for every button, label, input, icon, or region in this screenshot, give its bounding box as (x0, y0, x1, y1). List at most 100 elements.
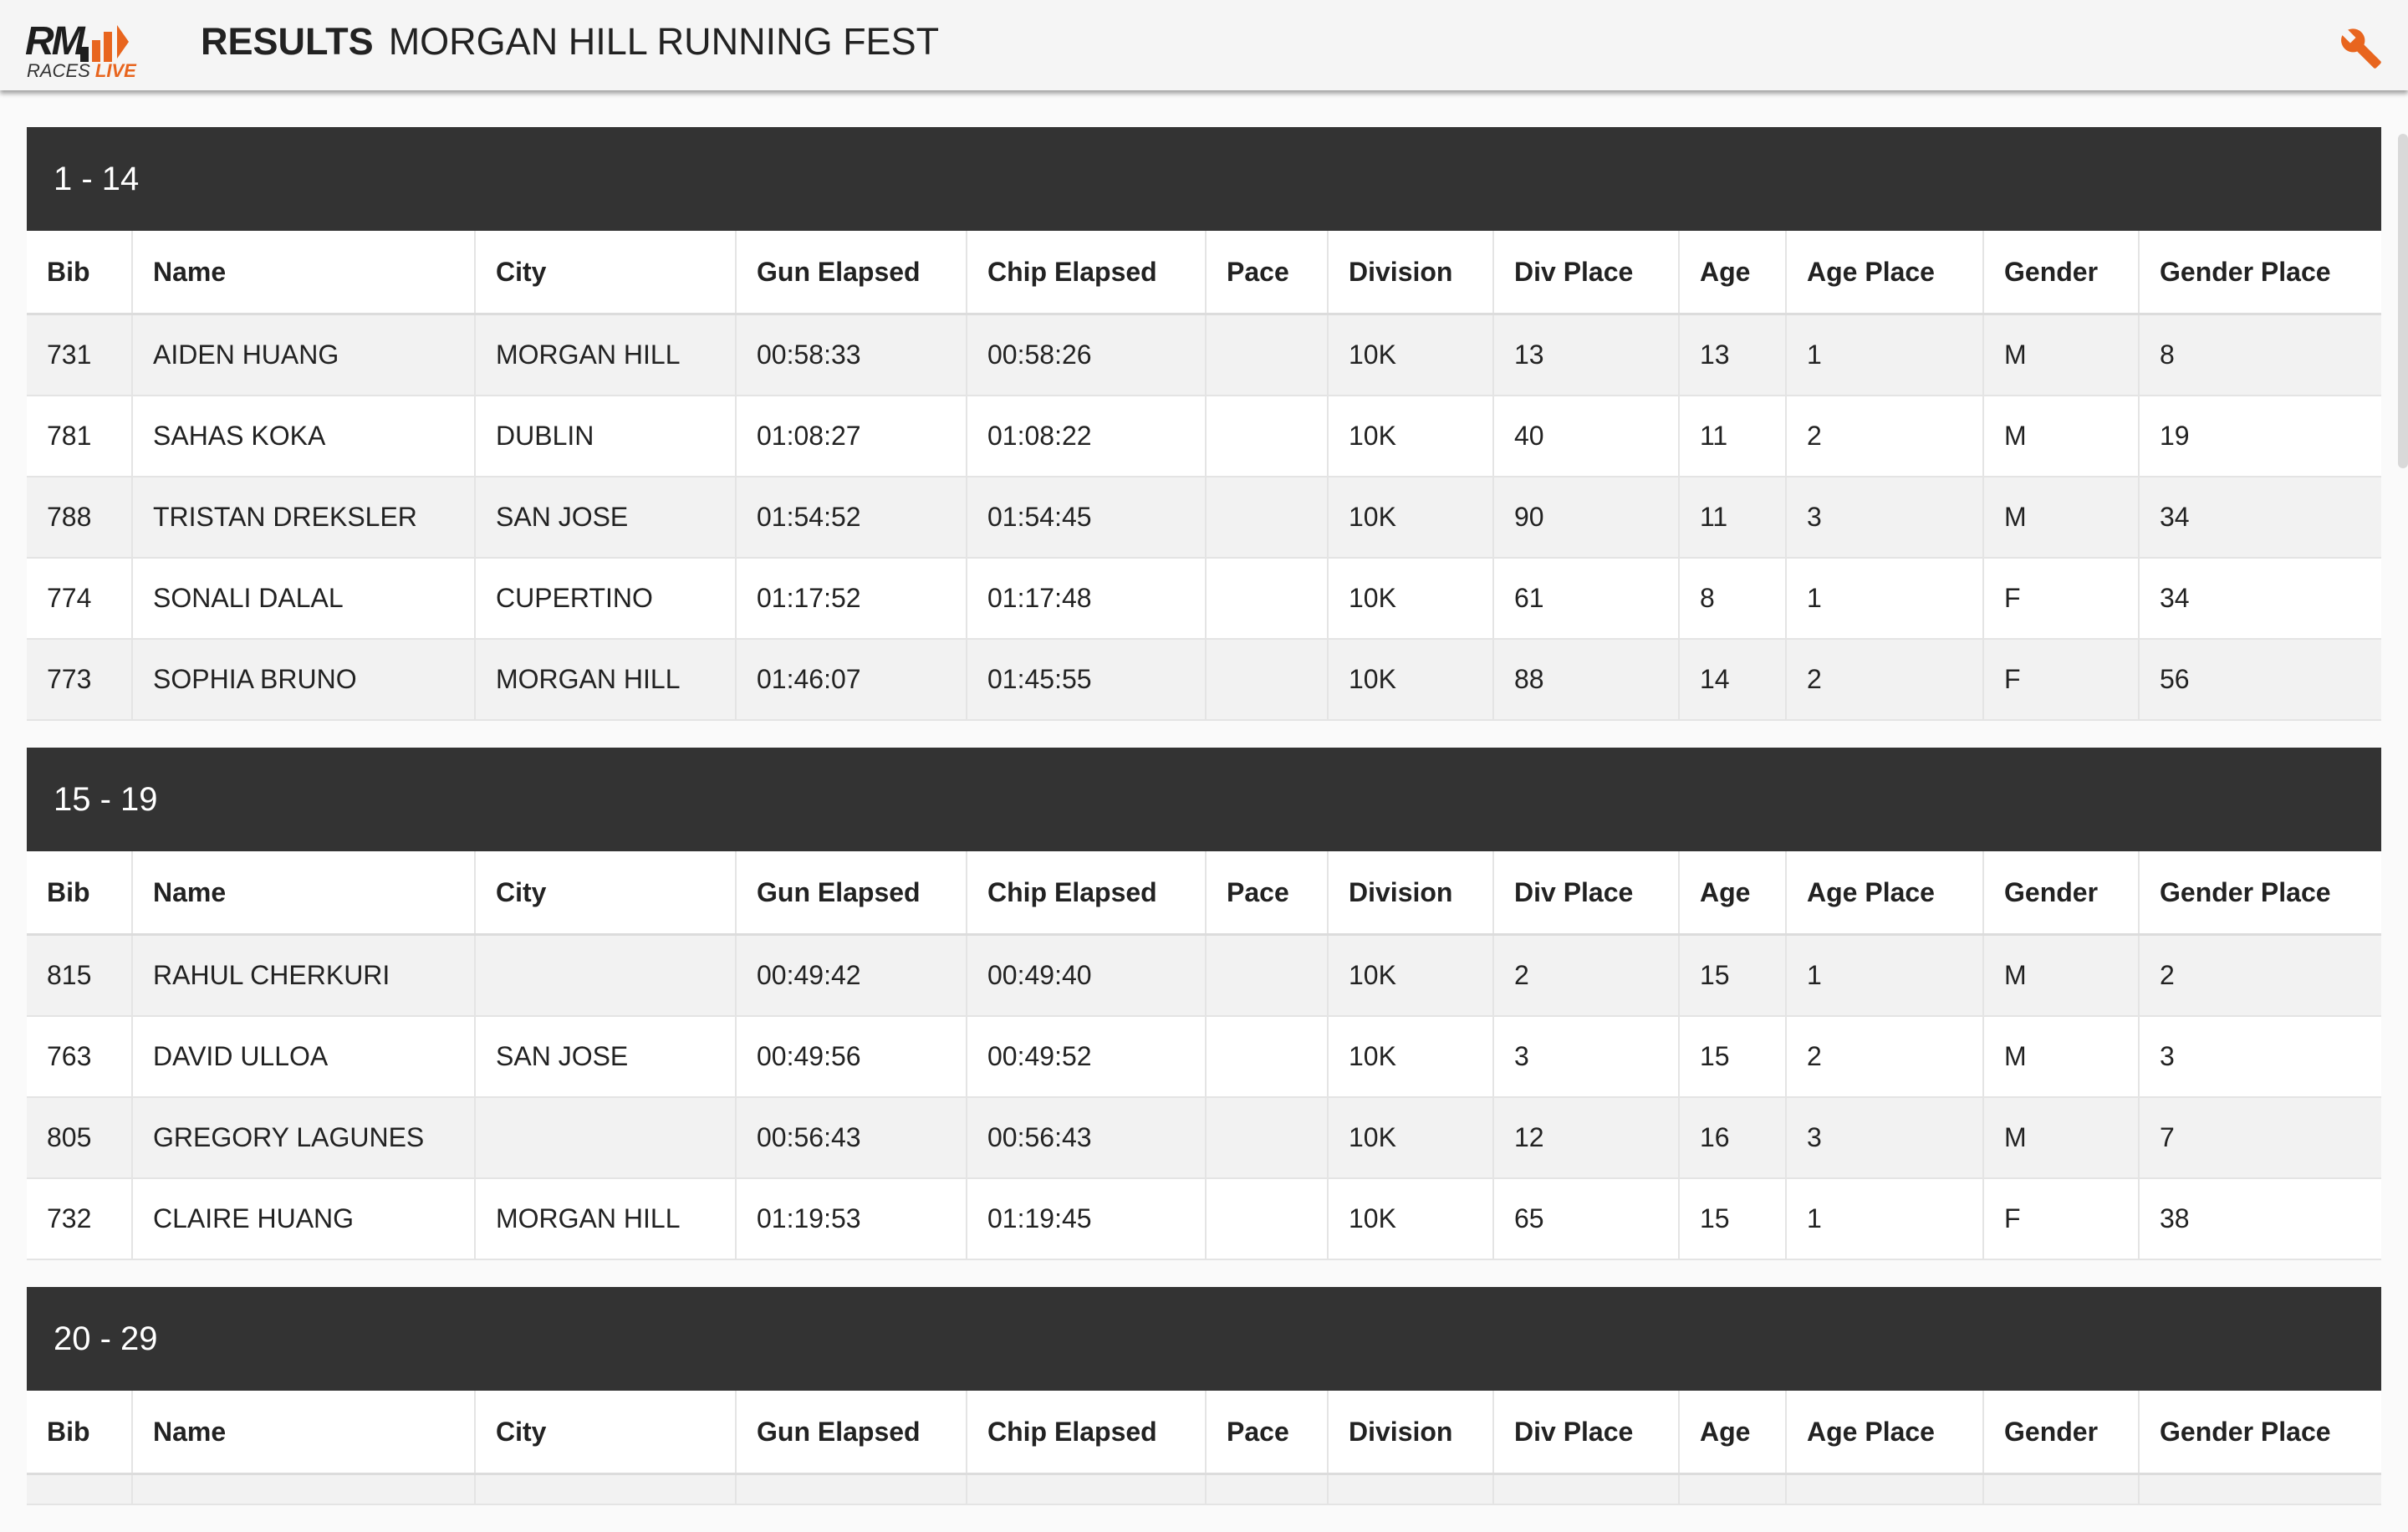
table-cell (1206, 1016, 1329, 1098)
table-cell: 13 (1679, 314, 1787, 396)
table-cell: M (1983, 1097, 2140, 1179)
table-cell: 13 (1493, 314, 1680, 396)
table-cell: 01:08:27 (736, 396, 967, 477)
table-cell: MORGAN HILL (475, 639, 737, 721)
table-cell: 15 (1679, 1178, 1787, 1260)
table-cell: M (1983, 1016, 2140, 1098)
column-header[interactable]: Age Place (1786, 1391, 1984, 1475)
table-cell: M (1983, 934, 2140, 1017)
table-cell: 11 (1679, 477, 1787, 559)
column-header[interactable]: Bib (27, 231, 133, 315)
table-cell: 10K (1328, 477, 1494, 559)
table-cell: 10K (1328, 1178, 1494, 1260)
results-group: 20 - 29 Bib Name City Gun Elapsed Chip Elapse… (27, 1287, 2381, 1505)
table-cell: GREGORY LAGUNES (132, 1097, 476, 1179)
table-header-row: Bib Name City Gun Elapsed Chip Elapsed Pace Di… (27, 851, 2381, 936)
column-header[interactable]: Age (1679, 1391, 1787, 1475)
column-header[interactable]: Chip Elapsed (967, 231, 1207, 315)
table-cell: 01:46:07 (736, 639, 967, 721)
results-group: 15 - 19 Bib Name City Gun Elapsed Chip Elapse… (27, 748, 2381, 1260)
table-cell (1679, 1473, 1787, 1505)
column-header[interactable]: Div Place (1493, 851, 1680, 936)
logo-bars-icon (80, 25, 129, 62)
table-cell (1206, 1097, 1329, 1179)
table-cell: 3 (2139, 1016, 2381, 1098)
page-scrollbar[interactable] (2398, 134, 2408, 468)
column-header[interactable]: Gender (1983, 851, 2140, 936)
table-row[interactable]: 788 TRISTAN DREKSLER SAN JOSE 01:54:52 01:54… (27, 477, 2381, 559)
table-cell (2139, 1473, 2381, 1505)
table-cell: 2 (2139, 934, 2381, 1017)
table-cell: 15 (1679, 1016, 1787, 1098)
races-live-logo[interactable]: RM RACES LIVE (25, 13, 167, 81)
column-header[interactable]: Pace (1206, 231, 1329, 315)
table-cell: 00:49:42 (736, 934, 967, 1017)
table-cell: 00:49:52 (967, 1016, 1207, 1098)
column-header[interactable]: Chip Elapsed (967, 1391, 1207, 1475)
table-cell: 8 (1679, 558, 1787, 640)
column-header[interactable]: Name (132, 231, 476, 315)
table-row[interactable]: 774 SONALI DALAL CUPERTINO 01:17:52 01:17:48… (27, 558, 2381, 640)
column-header[interactable]: Chip Elapsed (967, 851, 1207, 936)
table-cell: 2 (1786, 396, 1984, 477)
column-header[interactable]: Gender (1983, 1391, 2140, 1475)
column-header[interactable]: City (475, 1391, 737, 1475)
table-cell: 34 (2139, 477, 2381, 559)
column-header[interactable]: Gender Place (2139, 1391, 2381, 1475)
table-cell: MORGAN HILL (475, 1178, 737, 1260)
table-cell: 01:19:45 (967, 1178, 1207, 1260)
column-header[interactable]: Bib (27, 851, 133, 936)
table-cell: 10K (1328, 934, 1494, 1017)
column-header[interactable]: Bib (27, 1391, 133, 1475)
column-header[interactable]: Gun Elapsed (736, 231, 967, 315)
column-header[interactable]: Age Place (1786, 231, 1984, 315)
table-cell (1206, 477, 1329, 559)
table-cell: RAHUL CHERKURI (132, 934, 476, 1017)
table-cell: 3 (1493, 1016, 1680, 1098)
table-cell: 10K (1328, 558, 1494, 640)
table-cell (475, 934, 737, 1017)
table-cell (1206, 1178, 1329, 1260)
table-cell: 00:56:43 (967, 1097, 1207, 1179)
table-row[interactable]: 781 SAHAS KOKA DUBLIN 01:08:27 01:08:22 10K 40… (27, 396, 2381, 477)
table-row[interactable]: 815 RAHUL CHERKURI 00:49:42 00:49:40 10K 2 15 1… (27, 934, 2381, 1017)
column-header[interactable]: City (475, 851, 737, 936)
column-header[interactable]: Pace (1206, 1391, 1329, 1475)
table-cell: DUBLIN (475, 396, 737, 477)
table-row-partial (27, 1473, 2381, 1505)
table-cell: 61 (1493, 558, 1680, 640)
table-row[interactable]: 773 SOPHIA BRUNO MORGAN HILL 01:46:07 01:45:… (27, 639, 2381, 721)
column-header[interactable]: Division (1328, 1391, 1494, 1475)
table-row[interactable]: 805 GREGORY LAGUNES 00:56:43 00:56:43 10K 12 1… (27, 1097, 2381, 1179)
column-header[interactable]: Age Place (1786, 851, 1984, 936)
column-header[interactable]: Age (1679, 851, 1787, 936)
column-header[interactable]: Age (1679, 231, 1787, 315)
table-row[interactable]: 732 CLAIRE HUANG MORGAN HILL 01:19:53 01:19:… (27, 1178, 2381, 1260)
column-header[interactable]: Name (132, 1391, 476, 1475)
column-header[interactable]: Gender Place (2139, 231, 2381, 315)
wrench-icon[interactable] (2339, 27, 2383, 70)
table-row[interactable]: 731 AIDEN HUANG MORGAN HILL 00:58:33 00:58:2… (27, 314, 2381, 396)
table-cell: M (1983, 477, 2140, 559)
table-cell: 805 (27, 1097, 133, 1179)
column-header[interactable]: Div Place (1493, 1391, 1680, 1475)
column-header[interactable]: Pace (1206, 851, 1329, 936)
table-row[interactable]: 763 DAVID ULLOA SAN JOSE 00:49:56 00:49:52 10… (27, 1016, 2381, 1098)
column-header[interactable]: Gun Elapsed (736, 851, 967, 936)
table-cell: 40 (1493, 396, 1680, 477)
column-header[interactable]: Div Place (1493, 231, 1680, 315)
column-header[interactable]: Name (132, 851, 476, 936)
column-header[interactable]: Division (1328, 231, 1494, 315)
table-cell: 8 (2139, 314, 2381, 396)
table-cell: 19 (2139, 396, 2381, 477)
column-header[interactable]: Gender (1983, 231, 2140, 315)
table-cell: F (1983, 558, 2140, 640)
column-header[interactable]: City (475, 231, 737, 315)
table-cell: 1 (1786, 558, 1984, 640)
column-header[interactable]: Gun Elapsed (736, 1391, 967, 1475)
table-cell: MORGAN HILL (475, 314, 737, 396)
column-header[interactable]: Division (1328, 851, 1494, 936)
column-header[interactable]: Gender Place (2139, 851, 2381, 936)
table-cell (27, 1473, 133, 1505)
table-cell: 731 (27, 314, 133, 396)
